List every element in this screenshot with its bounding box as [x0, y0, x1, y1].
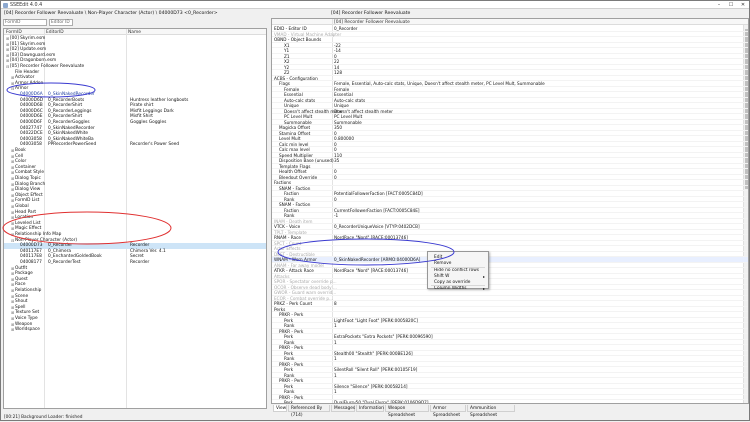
tree-node-label: Worldspace	[15, 327, 40, 333]
field-label: Perk	[284, 400, 294, 404]
tab-messages[interactable]: Messages	[331, 405, 355, 412]
submenu-arrow-icon: ▸	[482, 286, 485, 291]
editorid-filter-input[interactable]: Editor ID	[49, 19, 73, 26]
menu-separator	[431, 266, 485, 268]
menu-separator	[431, 284, 485, 286]
record-path-bar: [04] Recorder Follower Reevaluate \ Non-…	[1, 10, 749, 17]
tab-ammunition-spreadsheet[interactable]: Ammunition Spreadsheet	[467, 405, 515, 418]
tab-referenced-by-714[interactable]: Referenced By (714)	[288, 405, 330, 418]
title-bar: SSEEdit 4.0.4 – ☐ ✕	[1, 1, 749, 9]
context-menu-item[interactable]: Hide no conflict rows	[434, 268, 479, 273]
bottom-tabs: View Referenced By (714) Messages Informati…	[271, 405, 749, 418]
minimize-button[interactable]: –	[713, 1, 725, 9]
submenu-arrow-icon: ▸	[482, 274, 485, 279]
right-path: [04] Recorder Follower Reevaluate	[331, 11, 411, 16]
record-field-row[interactable]: Perk DualFlurry50 "Dual Flurry" [PERK:010…	[272, 400, 748, 404]
column-name[interactable]: Name	[128, 30, 141, 35]
navigation-tree[interactable]: FormID EditorID Name ⊞ [00] Skyrim.esm ⊞ [0…	[3, 28, 267, 409]
record-view-header: [04] Recorder Follower Reevaluate	[272, 19, 748, 25]
tab-armor-spreadsheet[interactable]: Armor Spreadsheet	[430, 405, 466, 418]
context-menu-item[interactable]: Remove	[434, 261, 451, 266]
context-menu-item[interactable]: Edit	[434, 255, 442, 260]
status-bar: [00:21] Background Loader: finished	[4, 415, 83, 420]
maximize-button[interactable]: ☐	[725, 1, 737, 9]
tree-node[interactable]: ⊞ Worldspace	[4, 327, 266, 333]
app-icon	[3, 2, 8, 8]
column-formid[interactable]: FormID	[6, 30, 22, 35]
context-menu-item[interactable]: Column Widths	[434, 286, 467, 291]
expand-toggle-icon[interactable]: ⊞	[11, 327, 14, 333]
tab-information[interactable]: Information	[356, 405, 384, 412]
field-value: DualFlurry50 "Dual Flurry" [PERK:0106D9D…	[334, 400, 429, 404]
close-button[interactable]: ✕	[737, 1, 749, 9]
window-title: SSEEdit 4.0.4	[10, 2, 43, 8]
record-path: [04] Recorder Follower Reevaluate \ Non-…	[4, 11, 218, 16]
app-window: SSEEdit 4.0.4 – ☐ ✕ [04] Recorder Follow…	[0, 0, 750, 421]
tab-weapon-spreadsheet[interactable]: Weapon Spreadsheet	[385, 405, 429, 418]
column-editorid[interactable]: EditorID	[46, 30, 64, 35]
record-view[interactable]: [04] Recorder Follower Reevaluate EDID -…	[271, 18, 749, 404]
formid-filter-input[interactable]: FormID	[3, 19, 47, 26]
plugin-column-header: [04] Recorder Follower Reevaluate	[334, 19, 410, 25]
tab-view[interactable]: View	[273, 405, 287, 412]
context-menu[interactable]: Edit Remove Hide no conflict rows Shift W ▸ C…	[427, 251, 489, 291]
context-menu-item[interactable]: Shift W	[434, 274, 449, 279]
